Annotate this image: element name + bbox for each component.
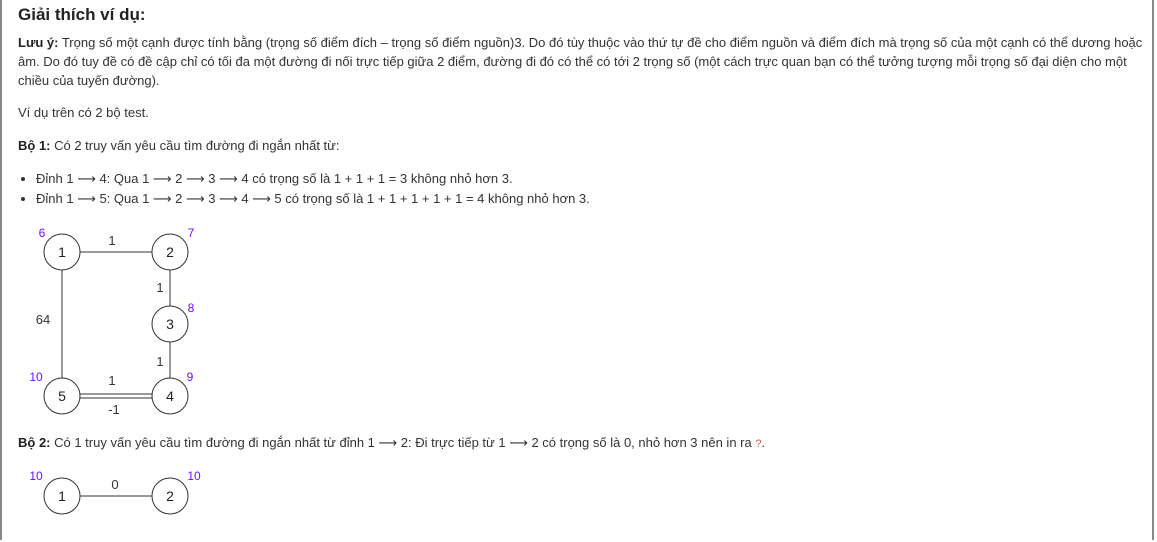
test2-paragraph: Bộ 2: Có 1 truy vấn yêu cầu tìm đường đi… — [18, 433, 765, 454]
node-weight: 10 — [187, 469, 201, 483]
edge-label: 0 — [111, 477, 118, 492]
intro-paragraph: Ví dụ trên có 2 bộ test. — [18, 105, 149, 120]
note-text: Trọng số một cạnh được tính bằng (trọng … — [18, 35, 1143, 88]
edge-label: 1 — [108, 233, 115, 248]
node-label: 5 — [58, 388, 66, 404]
node-label: 1 — [58, 244, 66, 260]
edge-label: 64 — [36, 312, 50, 327]
node-label: 4 — [166, 388, 174, 404]
node-label: 1 — [58, 488, 66, 504]
note-paragraph: Lưu ý: Trọng số một cạnh được tính bằng … — [18, 33, 1143, 90]
graph2-diagram: 1 2 10 10 0 — [29, 469, 201, 515]
node-weight: 9 — [187, 370, 194, 384]
node-weight: 7 — [188, 226, 195, 240]
node-weight: 10 — [29, 469, 43, 483]
node-label: 3 — [166, 316, 174, 332]
node-label: 2 — [166, 488, 174, 504]
graph1-diagram: 1 2 3 4 5 6 7 8 9 10 1 1 1 1 -1 64 — [29, 226, 195, 417]
test1-list: Đỉnh 1 ⟶ 4: Qua 1 ⟶ 2 ⟶ 3 ⟶ 4 có trọng s… — [18, 169, 590, 209]
test1-label: Bộ 1: — [18, 138, 51, 153]
node-weight: 8 — [188, 301, 195, 315]
node-weight: 6 — [39, 226, 46, 240]
test2-end: . — [761, 435, 766, 450]
list-item: Đỉnh 1 ⟶ 5: Qua 1 ⟶ 2 ⟶ 3 ⟶ 4 ⟶ 5 có trọ… — [36, 189, 590, 209]
test2-text: Có 1 truy vấn yêu cầu tìm đường đi ngắn … — [50, 435, 756, 450]
edge-label: 1 — [108, 373, 115, 388]
edge-label: 1 — [156, 354, 163, 369]
edge-label: -1 — [108, 402, 120, 417]
test1-text: Có 2 truy vấn yêu cầu tìm đường đi ngắn … — [50, 138, 340, 153]
edge-label: 1 — [156, 280, 163, 295]
test1-paragraph: Bộ 1: Có 2 truy vấn yêu cầu tìm đường đi… — [18, 136, 339, 155]
note-label: Lưu ý: — [18, 35, 59, 50]
node-weight: 10 — [29, 370, 43, 384]
node-label: 2 — [166, 244, 174, 260]
list-item: Đỉnh 1 ⟶ 4: Qua 1 ⟶ 2 ⟶ 3 ⟶ 4 có trọng s… — [36, 169, 590, 189]
test2-label: Bộ 2: — [18, 435, 51, 450]
section-title: Giải thích ví dụ: — [18, 5, 146, 24]
